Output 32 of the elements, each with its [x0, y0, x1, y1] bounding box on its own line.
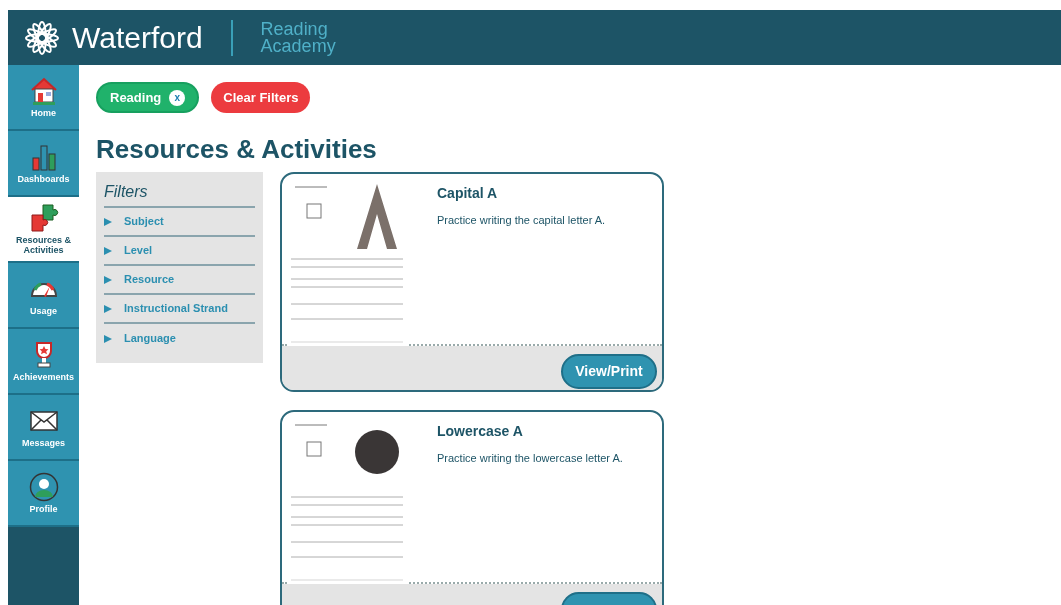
- filters-heading: Filters: [104, 180, 255, 208]
- triangle-icon: [104, 304, 112, 313]
- remove-chip-button[interactable]: x: [169, 89, 186, 106]
- chip-label: Reading: [110, 88, 162, 107]
- filter-category[interactable]: Level: [104, 237, 255, 266]
- filter-category[interactable]: Subject: [104, 208, 255, 237]
- puzzle-pieces-icon: [28, 203, 59, 233]
- brand-name: Waterford: [72, 22, 203, 53]
- triangle-icon: [104, 217, 112, 226]
- filter-category[interactable]: Resource: [104, 266, 255, 295]
- filter-category[interactable]: Language: [104, 324, 255, 353]
- person-avatar-icon: [28, 472, 59, 502]
- card-description: Practice writing the lowercase letter A.: [437, 451, 623, 466]
- sidebar-item[interactable]: Messages: [8, 395, 79, 461]
- view-print-button[interactable]: View/Print: [561, 354, 657, 389]
- page-title: Resources & Activities: [96, 133, 378, 165]
- card-title: Capital A: [437, 184, 499, 203]
- card-title: Lowercase A: [437, 422, 524, 441]
- triangle-icon: [104, 334, 112, 343]
- triangle-icon: [104, 275, 112, 284]
- starburst-logo-icon: [24, 19, 60, 56]
- clear-filters-button[interactable]: Clear Filters: [211, 82, 311, 113]
- sidebar-item[interactable]: Usage: [8, 263, 79, 329]
- triangle-icon: [104, 246, 112, 255]
- sidebar-item[interactable]: Home: [8, 65, 79, 131]
- product-name: Reading: [260, 20, 329, 38]
- sidebar-item[interactable]: Resources & Activities: [8, 197, 79, 263]
- filter-category[interactable]: Instructional Strand: [104, 295, 255, 324]
- sidebar-item[interactable]: Achievements: [8, 329, 79, 395]
- sidebar-item[interactable]: Profile: [8, 461, 79, 527]
- card-description: Practice writing the capital letter A.: [437, 213, 606, 228]
- sidebar-item[interactable]: Dashboards: [8, 131, 79, 197]
